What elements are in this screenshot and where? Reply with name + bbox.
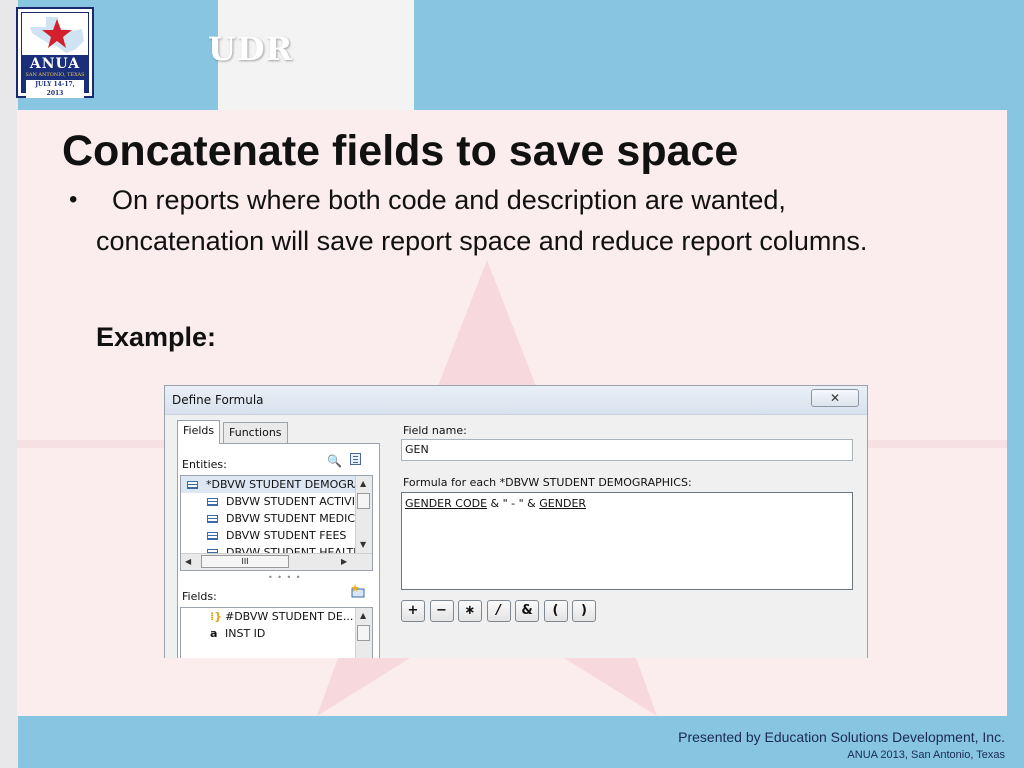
section-label: UDR [208,30,294,68]
fields-list[interactable]: ⁞} #DBVW STUDENT DE... a INST ID ▲ [180,607,373,658]
multiply-button[interactable]: ∗ [458,600,482,622]
scroll-right-icon[interactable]: ▶ [341,557,347,566]
entity-item[interactable]: DBVW STUDENT ACTIVITIES [181,493,372,510]
logo-banner: ANUA SAN ANTONIO, TEXAS JULY 14-17, 2013 [22,55,88,98]
entity-label: DBVW STUDENT MEDICAL [226,512,369,525]
field-item[interactable]: ⁞} #DBVW STUDENT DE... [181,608,372,625]
logo-dates: JULY 14-17, 2013 [26,80,84,98]
scroll-up-icon[interactable]: ▲ [360,479,366,488]
entity-item[interactable]: *DBVW STUDENT DEMOGRAPHICS [181,476,372,493]
tab-fields[interactable]: Fields [177,420,221,444]
field-label: INST ID [225,627,266,640]
entity-label: DBVW STUDENT ACTIVITIES [226,495,373,508]
define-formula-dialog: Define Formula ✕ Fields Functions Entiti… [164,385,868,658]
table-icon [207,532,218,540]
field-item[interactable]: a INST ID [181,625,372,642]
scroll-down-icon[interactable]: ▼ [360,540,366,549]
scroll-left-icon[interactable]: ◀ [185,557,191,566]
find-icon[interactable]: 🔍 [327,454,342,468]
table-icon [207,515,218,523]
scroll-thumb[interactable] [357,493,370,509]
fields-vertical-scrollbar[interactable]: ▲ [355,608,372,658]
bullet-text: On reports where both code and descripti… [96,185,868,256]
slide-title: Concatenate fields to save space [62,127,739,175]
scroll-thumb[interactable]: III [201,555,289,568]
field-name-label: Field name: [403,424,467,437]
entity-label: DBVW STUDENT FEES [226,529,347,542]
formula-editor[interactable]: GENDER CODE & " - " & GENDER [401,492,853,590]
minus-button[interactable]: − [429,600,454,622]
properties-icon[interactable] [350,453,361,465]
entities-horizontal-scrollbar[interactable]: ◀ III ▶ [181,553,372,570]
entity-label: *DBVW STUDENT DEMOGRAPHICS [206,478,372,491]
operator-toolbar: + − ∗ / & ( ) [401,600,597,622]
pane-splitter[interactable]: • • • • [268,573,302,582]
record-count-icon: ⁞} [210,610,223,623]
formula-label: Formula for each *DBVW STUDENT DEMOGRAPH… [403,476,692,489]
texas-star-icon [30,17,84,53]
logo-star-area [22,13,88,59]
table-icon [207,498,218,506]
entities-label: Entities: [182,458,227,471]
dialog-titlebar: Define Formula ✕ [165,386,867,415]
scroll-up-icon[interactable]: ▲ [360,611,366,620]
background-flag-left [0,0,18,768]
plus-button[interactable]: + [401,600,425,622]
formula-operator-text: & " - " & [487,497,540,510]
example-label: Example: [96,322,217,352]
open-paren-button[interactable]: ( [543,600,568,622]
fields-label: Fields: [182,590,217,603]
entity-item[interactable]: DBVW STUDENT FEES [181,527,372,544]
close-button[interactable]: ✕ [811,389,859,407]
logo-title: ANUA [29,56,81,72]
logo-subtitle: SAN ANTONIO, TEXAS [25,72,85,78]
entities-list[interactable]: *DBVW STUDENT DEMOGRAPHICS DBVW STUDENT … [180,475,373,571]
logo-frame: ANUA SAN ANTONIO, TEXAS JULY 14-17, 2013 [21,12,89,98]
footer-event: ANUA 2013, San Antonio, Texas [847,749,1005,761]
footer-presenter: Presented by Education Solutions Develop… [678,729,1005,745]
field-name-input[interactable]: GEN [401,439,853,461]
fields-tab-body: Entities: 🔍 *DBVW STUDENT DEMOGRAPHICS D… [177,443,380,658]
text-field-icon: a [210,627,218,640]
concatenate-button[interactable]: & [515,600,539,622]
scroll-thumb[interactable] [357,625,370,641]
divide-button[interactable]: / [486,600,511,622]
bullet-marker: • [69,186,78,213]
close-paren-button[interactable]: ) [572,600,596,622]
left-pane: Fields Functions Entities: 🔍 *DBVW STUDE… [174,420,381,658]
formula-field-ref[interactable]: GENDER CODE [405,497,487,510]
content-panel: Concatenate fields to save space • On re… [17,110,1007,716]
table-icon [187,481,198,489]
anua-logo: ANUA SAN ANTONIO, TEXAS JULY 14-17, 2013 [16,7,94,98]
dialog-title: Define Formula [172,393,264,407]
entity-item[interactable]: DBVW STUDENT MEDICAL [181,510,372,527]
entities-vertical-scrollbar[interactable]: ▲ ▼ [355,476,372,554]
formula-field-ref[interactable]: GENDER [539,497,586,510]
new-field-icon[interactable] [350,584,366,598]
field-label: #DBVW STUDENT DE... [225,610,354,623]
tab-functions[interactable]: Functions [223,422,288,444]
